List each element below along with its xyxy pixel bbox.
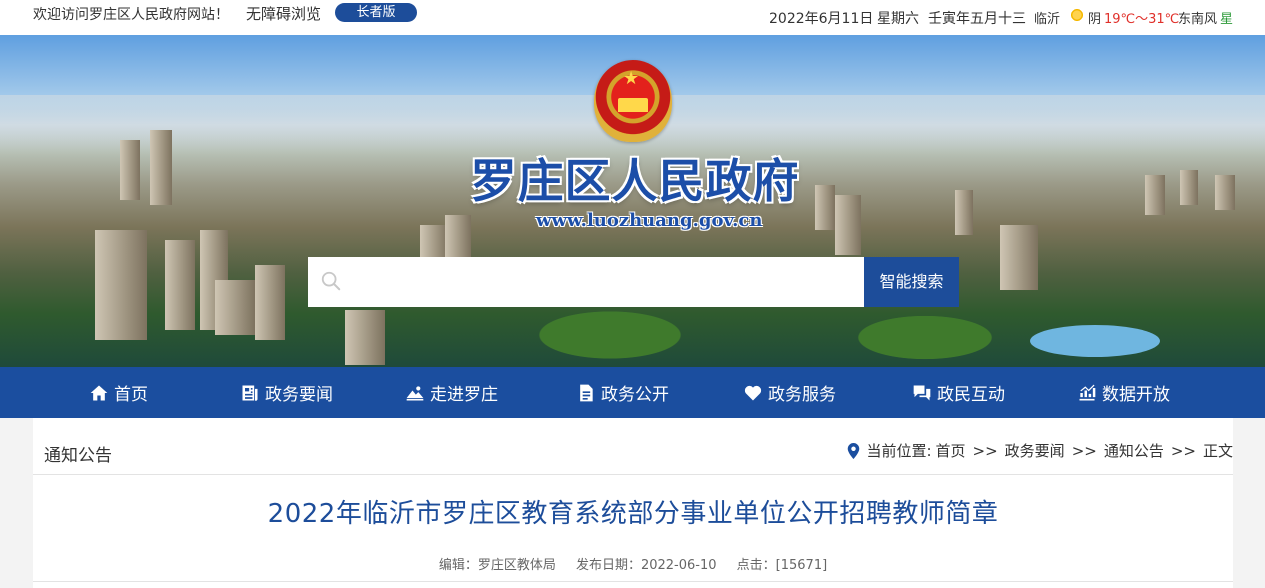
nav-item-label: 政务公开 xyxy=(601,385,669,405)
main-nav: 首页 政务要闻 走进罗庄 政务公开 政务服务 政民互动 数据开放 xyxy=(0,367,1265,418)
nav-item-home[interactable]: 首页 xyxy=(89,367,148,418)
nav-item-about[interactable]: 走进罗庄 xyxy=(405,367,498,418)
nav-item-services[interactable]: 政务服务 xyxy=(743,367,836,418)
building xyxy=(255,265,285,340)
chat-icon xyxy=(913,385,931,400)
weekday: 星期六 xyxy=(877,11,919,27)
park-trees xyxy=(840,310,1010,365)
nav-item-label: 政民互动 xyxy=(937,385,1005,405)
content-area: 通知公告 当前位置: 首页 >> 政务要闻 >> 通知公告 >> 正文 2022… xyxy=(0,418,1265,588)
divider xyxy=(33,581,1233,582)
search-icon xyxy=(321,271,341,291)
breadcrumb: 当前位置: 首页 >> 政务要闻 >> 通知公告 >> 正文 xyxy=(847,440,1233,461)
building xyxy=(1000,225,1038,290)
building xyxy=(1180,170,1198,205)
article-title: 2022年临沂市罗庄区教育系统部分事业单位公开招聘教师简章 xyxy=(267,499,999,529)
section-header: 通知公告 当前位置: 首页 >> 政务要闻 >> 通知公告 >> 正文 xyxy=(33,418,1233,475)
article-clicks: 点击：[15671] xyxy=(736,558,828,573)
building xyxy=(150,130,172,205)
site-url: www.luozhuang.gov.cn xyxy=(536,210,763,231)
emblem-star-icon: ★ xyxy=(623,68,640,89)
landscape-icon xyxy=(406,385,424,400)
building xyxy=(120,140,140,200)
site-title: 罗庄区人民政府 xyxy=(470,154,800,208)
nav-item-open-data[interactable]: 数据开放 xyxy=(1077,367,1170,418)
nav-item-label: 数据开放 xyxy=(1102,385,1170,405)
national-emblem-icon: ★ xyxy=(594,60,672,142)
section-title: 通知公告 xyxy=(44,446,112,466)
accessibility-link[interactable]: 无障碍浏览 xyxy=(246,3,321,24)
document-icon xyxy=(580,384,593,401)
current-date: 2022年6月11日 xyxy=(769,11,874,27)
building xyxy=(95,230,147,340)
nav-item-interaction[interactable]: 政民互动 xyxy=(912,367,1005,418)
home-icon xyxy=(90,385,108,400)
weather-city: 临沂 xyxy=(1034,12,1061,27)
building xyxy=(1145,175,1165,215)
welcome-text: 欢迎访问罗庄区人民政府网站！ xyxy=(33,7,229,23)
heart-icon xyxy=(744,385,762,400)
building xyxy=(955,190,973,235)
search-input[interactable] xyxy=(352,257,857,307)
breadcrumb-notices[interactable]: 通知公告 xyxy=(1104,440,1164,461)
breadcrumb-separator: >> xyxy=(1071,441,1097,460)
weather-condition: 阴 xyxy=(1088,12,1102,27)
nav-item-label: 政务要闻 xyxy=(265,385,333,405)
sun-cloud-icon xyxy=(1070,8,1084,22)
chart-icon xyxy=(1079,384,1096,400)
location-pin-icon xyxy=(848,442,860,459)
article-meta: 编辑：罗庄区教体局 发布日期：2022-06-10 点击：[15671] xyxy=(33,554,1233,573)
breadcrumb-separator: >> xyxy=(1170,441,1196,460)
top-bar: 欢迎访问罗庄区人民政府网站！ 无障碍浏览 长者版 2022年6月11日 星期六 … xyxy=(0,0,1265,33)
smart-search-button[interactable]: 智能搜索 xyxy=(864,257,959,307)
building xyxy=(815,185,835,230)
building xyxy=(835,195,861,255)
breadcrumb-home[interactable]: 首页 xyxy=(936,440,966,461)
article-editor: 编辑：罗庄区教体局 xyxy=(438,558,556,573)
article-date: 发布日期：2022-06-10 xyxy=(575,558,717,573)
breadcrumb-current: 正文 xyxy=(1202,442,1233,460)
newspaper-icon xyxy=(242,385,258,401)
building xyxy=(215,280,255,335)
header-banner: ★ 罗庄区人民政府 www.luozhuang.gov.cn 智能搜索 xyxy=(0,35,1265,367)
nav-item-disclosure[interactable]: 政务公开 xyxy=(576,367,669,418)
search-box xyxy=(308,257,865,307)
elder-mode-button[interactable]: 长者版 xyxy=(335,3,417,22)
wind-level: 星 xyxy=(1220,12,1234,27)
nav-item-label: 政务服务 xyxy=(768,385,836,405)
breadcrumb-prefix: 当前位置: xyxy=(866,442,932,460)
lunar-date: 壬寅年五月十三 xyxy=(928,11,1026,27)
nav-item-label: 走进罗庄 xyxy=(430,385,498,405)
nav-item-news[interactable]: 政务要闻 xyxy=(240,367,333,418)
building xyxy=(1215,175,1235,210)
wind-direction: 东南风 xyxy=(1178,12,1218,27)
emblem-gate-icon xyxy=(618,98,648,112)
article-panel: 通知公告 当前位置: 首页 >> 政务要闻 >> 通知公告 >> 正文 2022… xyxy=(33,418,1233,588)
breadcrumb-news[interactable]: 政务要闻 xyxy=(1005,440,1065,461)
temperature: 19℃～31℃ xyxy=(1104,12,1180,27)
lake xyxy=(1030,325,1160,357)
breadcrumb-separator: >> xyxy=(972,441,998,460)
building xyxy=(345,310,385,365)
park-trees xyxy=(520,305,700,365)
nav-item-label: 首页 xyxy=(114,385,148,405)
building xyxy=(165,240,195,330)
